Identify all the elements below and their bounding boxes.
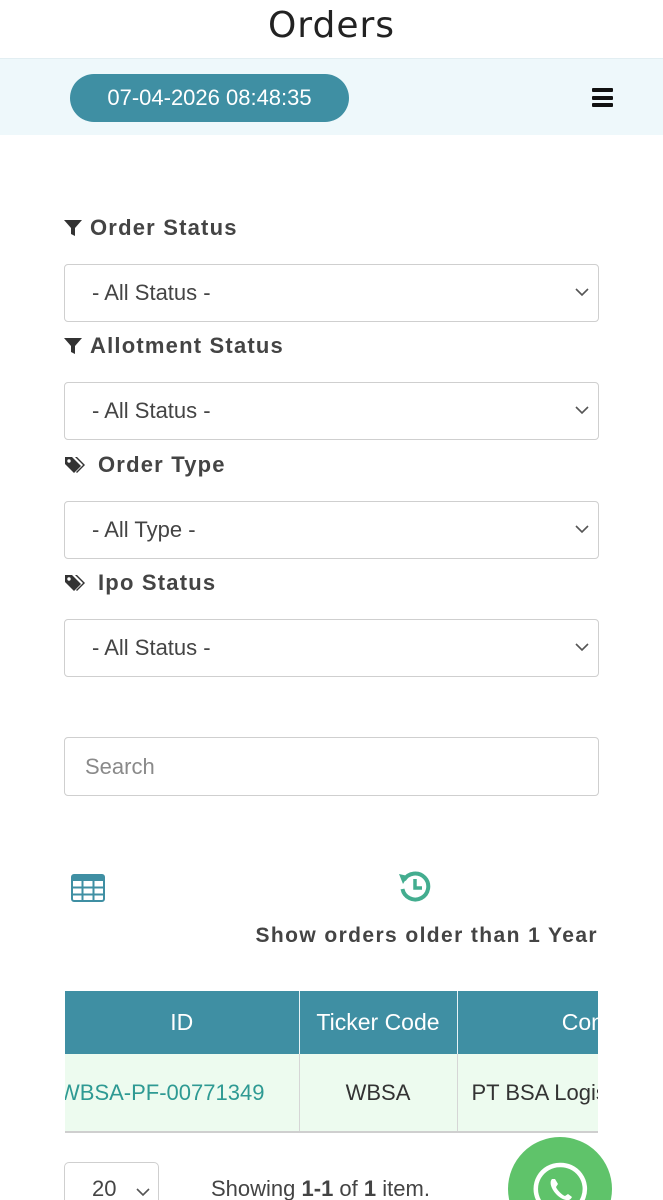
show-older-orders-toggle[interactable]: Show orders older than 1 Year xyxy=(256,924,598,948)
ipo-status-select[interactable]: - All Status - xyxy=(64,619,599,677)
whatsapp-icon xyxy=(533,1162,588,1200)
whatsapp-chat-button[interactable] xyxy=(508,1137,612,1200)
order-status-select[interactable]: - All Status - xyxy=(64,264,599,322)
filter-icon xyxy=(64,338,82,354)
page-title: Orders xyxy=(267,5,396,46)
top-bar: 07-04-2026 08:48:35 xyxy=(0,58,663,135)
table-header-row: ID Ticker Code Company xyxy=(65,991,598,1054)
allotment-status-select[interactable]: - All Status - xyxy=(64,382,599,440)
orders-table: ID Ticker Code Company WBSA-PF-00771349 … xyxy=(65,991,598,1133)
column-header-company[interactable]: Company xyxy=(457,991,598,1054)
tags-icon xyxy=(65,575,85,591)
history-icon[interactable] xyxy=(398,870,432,904)
pagination-summary: Showing 1-1 of 1 item. xyxy=(211,1176,430,1200)
filter-icon xyxy=(64,220,82,236)
order-id-link[interactable]: WBSA-PF-00771349 xyxy=(65,1054,300,1133)
order-type-select[interactable]: - All Type - xyxy=(64,501,599,559)
chevron-down-icon xyxy=(136,1188,150,1197)
chevron-down-icon xyxy=(575,406,589,415)
hamburger-menu-icon[interactable] xyxy=(592,88,613,107)
chevron-down-icon xyxy=(575,288,589,297)
table-icon[interactable] xyxy=(71,874,105,902)
order-type-label: Order Type xyxy=(64,452,226,478)
company-cell: PT BSA Logistics xyxy=(457,1054,598,1133)
orders-table-container[interactable]: ID Ticker Code Company WBSA-PF-00771349 … xyxy=(65,991,598,1133)
ticker-code-cell: WBSA xyxy=(299,1054,458,1133)
allotment-status-label: Allotment Status xyxy=(64,333,284,359)
order-status-label: Order Status xyxy=(64,215,238,241)
tags-icon xyxy=(65,457,85,473)
column-header-id[interactable]: ID xyxy=(65,991,300,1054)
chevron-down-icon xyxy=(575,525,589,534)
table-row[interactable]: WBSA-PF-00771349 WBSA PT BSA Logistics xyxy=(65,1054,598,1133)
datetime-badge: 07-04-2026 08:48:35 xyxy=(70,74,349,122)
ipo-status-label: Ipo Status xyxy=(64,570,216,596)
search-input[interactable] xyxy=(64,737,599,796)
orders-page: Orders 07-04-2026 08:48:35 Order Status … xyxy=(0,0,663,1200)
page-size-select[interactable]: 20 xyxy=(64,1162,159,1200)
column-header-ticker-code[interactable]: Ticker Code xyxy=(299,991,458,1054)
chevron-down-icon xyxy=(575,643,589,652)
